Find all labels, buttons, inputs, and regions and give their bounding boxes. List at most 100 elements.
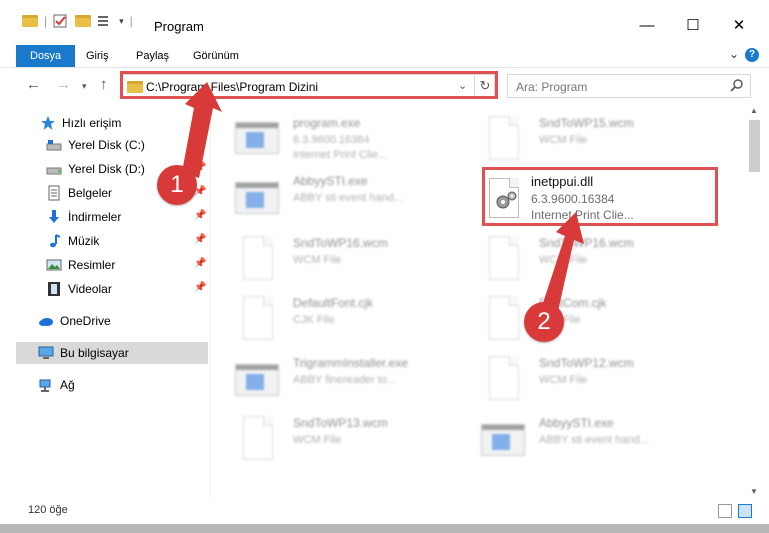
document-icon (235, 416, 275, 462)
scroll-thumb[interactable] (749, 120, 760, 172)
vertical-scrollbar[interactable]: ▲ ▼ (746, 104, 763, 498)
file-detail: WCM File (539, 134, 588, 146)
file-detail: 6.3.9600.16384 (293, 134, 370, 146)
pin-icon[interactable]: 📌 (194, 258, 206, 269)
scroll-down-icon[interactable]: ▼ (750, 487, 758, 496)
file-item[interactable]: AbbyySTI.exe ABBY sti event hand... (481, 410, 711, 466)
forward-arrow-icon[interactable]: → (56, 76, 71, 93)
pin-icon[interactable]: 📌 (194, 138, 206, 149)
file-item[interactable]: program.exe 6.3.9600.16384 Internet Prin… (235, 110, 465, 166)
up-arrow-icon[interactable]: ↑ (100, 76, 108, 93)
sidebar-item-label: OneDrive (60, 314, 111, 328)
tab-file[interactable]: Dosya (16, 45, 76, 67)
sidebar-item-downloads[interactable]: İndirmeler (46, 206, 121, 228)
search-placeholder: Ara: Program (516, 80, 588, 94)
navigation-pane: Hızlı erişim Yerel Disk (C:) 📌 Yerel Dis… (0, 104, 208, 498)
sidebar-item-this-pc[interactable]: Bu bilgisayar (16, 342, 208, 364)
file-name: SndToWP12.wcm (539, 356, 634, 370)
address-highlight-box (120, 71, 498, 99)
file-name: SndToWP13.wcm (293, 416, 388, 430)
file-item[interactable]: SndToWP13.wcm WCM File (235, 410, 465, 466)
document-icon (481, 116, 521, 162)
search-icon[interactable] (730, 78, 744, 92)
file-item[interactable]: SndToWP15.wcm WCM File (481, 110, 711, 166)
ribbon-tabs: Dosya Giriş Paylaş Görünüm ⌄ ? (0, 45, 769, 68)
file-detail: CJK File (293, 314, 335, 326)
file-detail: Internet Print Clie... (293, 149, 388, 161)
toolbar-separator: | (129, 14, 133, 28)
file-item[interactable]: SndToWP16.wcm WCM File (235, 230, 465, 286)
sidebar-item-label: Resimler (68, 258, 116, 272)
document-icon (481, 236, 521, 282)
file-item[interactable]: SndToWP12.wcm WCM File (481, 350, 711, 406)
maximize-button[interactable]: ☐ (670, 12, 716, 40)
file-detail: ABBY finereader to... (293, 374, 397, 386)
properties-icon[interactable] (53, 14, 69, 28)
file-name: SndToWP16.wcm (539, 236, 634, 250)
app-window-icon (235, 174, 279, 220)
drive-icon (46, 167, 62, 175)
new-folder-icon[interactable] (75, 15, 92, 27)
document-icon (235, 296, 275, 342)
sidebar-item-label: Hızlı erişim (62, 116, 122, 130)
file-item[interactable]: DefaultFont.cjk CJK File (235, 290, 465, 346)
exe-icon (235, 116, 279, 162)
file-name: AbbyySTI.exe (539, 416, 614, 430)
ribbon-collapse-icon[interactable]: ⌄ (729, 47, 739, 61)
document-icon (481, 296, 521, 342)
sidebar-item-label: Belgeler (68, 186, 113, 200)
pin-icon[interactable]: 📌 (194, 282, 206, 293)
file-detail: WCM File (539, 374, 588, 386)
downloads-icon (49, 210, 59, 223)
file-item[interactable]: TrigrammInstaller.exe ABBY finereader to… (235, 350, 465, 406)
window-title: Program (154, 19, 204, 34)
pin-icon[interactable]: 📌 (194, 234, 206, 245)
file-name: program.exe (293, 116, 361, 130)
sidebar-item-label: Yerel Disk (C:) (68, 138, 145, 152)
help-icon[interactable]: ? (745, 48, 759, 62)
scroll-up-icon[interactable]: ▲ (750, 106, 758, 115)
file-highlight-box (482, 167, 718, 226)
network-icon (39, 379, 51, 392)
close-button[interactable]: ✕ (716, 12, 762, 40)
tab-view[interactable]: Görünüm (193, 45, 239, 67)
file-detail: WCM File (539, 254, 588, 266)
sidebar-item-label: Videolar (68, 282, 112, 296)
pin-icon[interactable]: 📌 (194, 162, 206, 173)
tab-home[interactable]: Giriş (86, 45, 109, 67)
file-detail: WCM File (293, 254, 342, 266)
file-item[interactable]: AbbyySTI.exe ABBY sti event hand... (235, 168, 465, 224)
sidebar-item-pictures[interactable]: Resimler (46, 254, 115, 276)
sidebar-item-videos[interactable]: Videolar (46, 278, 112, 300)
file-list: program.exe 6.3.9600.16384 Internet Prin… (211, 104, 746, 498)
recent-locations-icon[interactable]: ▾ (82, 81, 87, 92)
minimize-button[interactable]: — (624, 12, 670, 40)
customize-icon[interactable] (97, 14, 113, 28)
toolbar-separator: | (44, 14, 48, 28)
back-arrow-icon[interactable]: ← (26, 76, 41, 93)
sidebar-item-documents[interactable]: Belgeler (46, 182, 112, 204)
file-name: TrigrammInstaller.exe (293, 356, 408, 370)
callout-2: 2 (524, 302, 564, 342)
sidebar-item-label: İndirmeler (68, 210, 122, 224)
large-icons-view-icon[interactable] (738, 504, 752, 518)
quick-access-toolbar: | ▾ | (22, 14, 133, 28)
app-window-icon (235, 356, 279, 402)
sidebar-item-music[interactable]: Müzik (46, 230, 99, 252)
sidebar-item-disk-d[interactable]: Yerel Disk (D:) (46, 158, 145, 180)
sidebar-item-network[interactable]: Ağ (38, 374, 75, 396)
qat-dropdown-icon[interactable]: ▾ (119, 16, 124, 27)
cloud-icon (39, 318, 53, 326)
details-view-icon[interactable] (718, 504, 732, 518)
status-bar: 120 öğe (0, 500, 769, 524)
sidebar-item-disk-c[interactable]: Yerel Disk (C:) (46, 134, 145, 156)
sidebar-item-onedrive[interactable]: OneDrive (38, 310, 111, 332)
search-box[interactable]: Ara: Program (507, 74, 751, 98)
pin-icon[interactable]: 📌 (194, 210, 206, 221)
callout-1: 1 (157, 165, 197, 205)
file-item[interactable]: FontCom.cjk CJK File (481, 290, 711, 346)
file-item[interactable]: SndToWP16.wcm WCM File (481, 230, 711, 286)
document-icon (235, 236, 275, 282)
tab-share[interactable]: Paylaş (136, 45, 169, 67)
sidebar-item-quick-access[interactable]: Hızlı erişim (40, 112, 121, 134)
